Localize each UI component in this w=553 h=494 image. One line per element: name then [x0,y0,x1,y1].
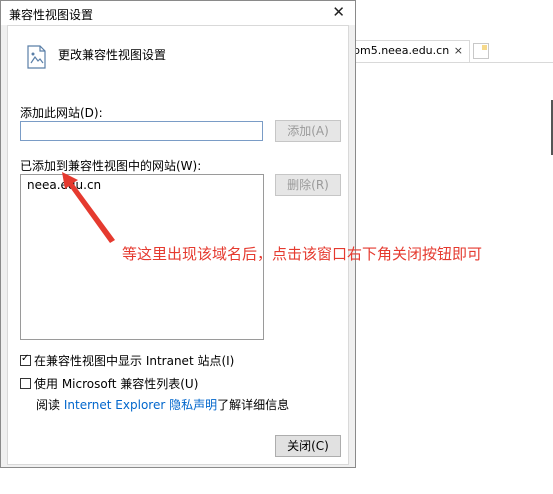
annotation-arrow-icon [62,172,115,243]
add-site-label: 添加此网站(D): [20,106,103,120]
new-tab-icon[interactable] [473,43,489,59]
ms-list-checkbox[interactable] [20,378,31,389]
intranet-checkbox[interactable] [20,353,31,366]
intranet-checkbox-label: 在兼容性视图中显示 Intranet 站点(I) [34,354,235,368]
browser-tab-strip: bm5.neea.edu.cn × [330,40,553,63]
remove-button[interactable]: 删除(R) [275,174,341,196]
privacy-notice: 阅读 Internet Explorer 隐私声明了解详细信息 [36,396,289,413]
read-suffix: 了解详细信息 [217,398,290,412]
tab-close-icon[interactable]: × [454,41,463,61]
ms-list-checkbox-row[interactable]: 使用 Microsoft 兼容性列表(U) [20,375,198,392]
close-icon[interactable]: ✕ [332,3,345,21]
webpage-icon [27,45,46,69]
compat-view-dialog: 兼容性视图设置 ✕ 更改兼容性视图设置 添加此网站(D): 添加(A) 已添加到… [0,0,356,468]
read-prefix: 阅读 [36,398,61,412]
ms-list-checkbox-label: 使用 Microsoft 兼容性列表(U) [34,377,199,391]
add-site-input[interactable] [20,121,263,141]
annotation-text: 等这里出现该域名后，点击该窗口右下角关闭按钮即可 [122,245,483,263]
dialog-title: 兼容性视图设置 [9,8,94,22]
intranet-checkbox-row[interactable]: 在兼容性视图中显示 Intranet 站点(I) [20,352,234,369]
close-button[interactable]: 关闭(C) [275,435,341,457]
dialog-titlebar: 兼容性视图设置 ✕ [1,1,355,25]
add-button[interactable]: 添加(A) [275,120,341,142]
privacy-link[interactable]: Internet Explorer 隐私声明 [64,398,217,412]
header-text: 更改兼容性视图设置 [58,48,167,62]
browser-tab-label: bm5.neea.edu.cn [353,44,450,57]
